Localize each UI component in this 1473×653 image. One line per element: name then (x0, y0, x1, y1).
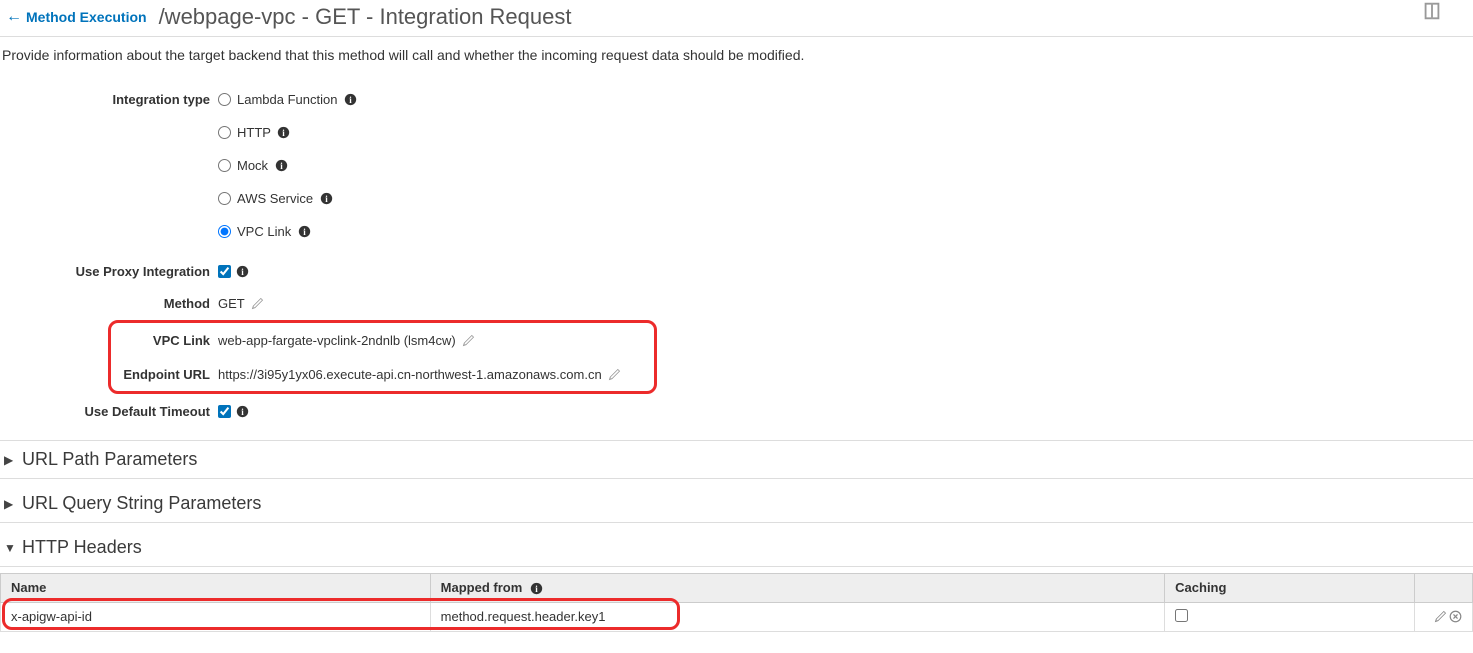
use-proxy-row: Use Proxy Integration i (0, 258, 1473, 284)
vpc-link-row: VPC Link web-app-fargate-vpclink-2ndnlb … (111, 327, 654, 353)
method-row: Method GET (0, 290, 1473, 316)
book-icon[interactable] (1421, 0, 1443, 25)
info-icon[interactable]: i (297, 225, 311, 239)
page-title: /webpage-vpc - GET - Integration Request (159, 4, 572, 30)
radio-mock[interactable]: Mock i (218, 154, 288, 177)
method-value: GET (218, 296, 245, 311)
section-title: URL Query String Parameters (22, 493, 261, 514)
pencil-icon[interactable] (608, 368, 621, 381)
th-actions (1414, 574, 1472, 603)
radio-lambda-label: Lambda Function (237, 92, 337, 107)
th-name: Name (1, 574, 431, 603)
radio-lambda[interactable]: Lambda Function i (218, 88, 357, 111)
radio-vpc-link[interactable]: VPC Link i (218, 220, 311, 243)
radio-vpc-link-label: VPC Link (237, 224, 291, 239)
radio-http-label: HTTP (237, 125, 271, 140)
default-timeout-row: Use Default Timeout i (0, 398, 1473, 424)
delete-icon[interactable] (1449, 610, 1462, 623)
pencil-icon[interactable] (1434, 610, 1447, 623)
caret-down-icon: ▼ (4, 541, 14, 555)
pencil-icon[interactable] (462, 334, 475, 347)
info-icon[interactable]: i (530, 582, 544, 596)
radio-http[interactable]: HTTP i (218, 121, 291, 144)
radio-http-input[interactable] (218, 126, 231, 139)
table-row: x-apigw-api-id method.request.header.key… (1, 602, 1473, 631)
use-proxy-checkbox[interactable] (218, 265, 231, 278)
header-caching-checkbox[interactable] (1175, 609, 1188, 622)
http-headers-table: Name Mapped from i Caching x-apigw-api-i… (0, 573, 1473, 632)
highlight-box-vpc-endpoint: VPC Link web-app-fargate-vpclink-2ndnlb … (108, 320, 657, 394)
vpc-link-value: web-app-fargate-vpclink-2ndnlb (lsm4cw) (218, 333, 456, 348)
info-icon[interactable]: i (274, 159, 288, 173)
radio-mock-label: Mock (237, 158, 268, 173)
info-icon[interactable]: i (343, 93, 357, 107)
integration-form: Integration type Lambda Function i HTTP … (0, 73, 1473, 434)
method-label: Method (0, 296, 218, 311)
caret-right-icon: ▶ (4, 453, 14, 467)
integration-type-row: Integration type Lambda Function i (0, 83, 1473, 116)
header-name-value: x-apigw-api-id (11, 609, 92, 624)
page-description: Provide information about the target bac… (0, 37, 1473, 73)
endpoint-url-value: https://3i95y1yx06.execute-api.cn-northw… (218, 367, 602, 382)
info-icon[interactable]: i (235, 404, 249, 418)
endpoint-url-label: Endpoint URL (111, 367, 218, 382)
arrow-left-icon: ← (6, 8, 22, 26)
radio-aws-service[interactable]: AWS Service i (218, 187, 333, 210)
default-timeout-label: Use Default Timeout (0, 404, 218, 419)
section-url-query-params[interactable]: ▶ URL Query String Parameters (0, 485, 1473, 523)
radio-vpc-link-input[interactable] (218, 225, 231, 238)
info-icon[interactable]: i (319, 192, 333, 206)
back-link-label: Method Execution (26, 9, 147, 25)
info-icon[interactable]: i (235, 264, 249, 278)
caret-right-icon: ▶ (4, 497, 14, 511)
radio-mock-input[interactable] (218, 159, 231, 172)
default-timeout-checkbox[interactable] (218, 405, 231, 418)
header-mapped-value: method.request.header.key1 (441, 609, 606, 624)
back-link[interactable]: ← Method Execution (6, 8, 147, 26)
radio-aws-service-label: AWS Service (237, 191, 313, 206)
info-icon[interactable]: i (277, 126, 291, 140)
vpc-link-label: VPC Link (111, 333, 218, 348)
page-header: ← Method Execution /webpage-vpc - GET - … (0, 0, 1473, 37)
use-proxy-label: Use Proxy Integration (0, 264, 218, 279)
section-http-headers[interactable]: ▼ HTTP Headers (0, 529, 1473, 567)
radio-aws-service-input[interactable] (218, 192, 231, 205)
th-mapped-from-label: Mapped from (441, 580, 523, 595)
section-title: HTTP Headers (22, 537, 142, 558)
integration-type-label: Integration type (0, 92, 218, 107)
section-url-path-params[interactable]: ▶ URL Path Parameters (0, 440, 1473, 479)
pencil-icon[interactable] (251, 297, 264, 310)
section-title: URL Path Parameters (22, 449, 197, 470)
th-caching: Caching (1165, 574, 1415, 603)
endpoint-url-row: Endpoint URL https://3i95y1yx06.execute-… (111, 361, 654, 387)
th-mapped-from: Mapped from i (430, 574, 1165, 603)
integration-type-options: Lambda Function i (218, 88, 357, 111)
radio-lambda-input[interactable] (218, 93, 231, 106)
